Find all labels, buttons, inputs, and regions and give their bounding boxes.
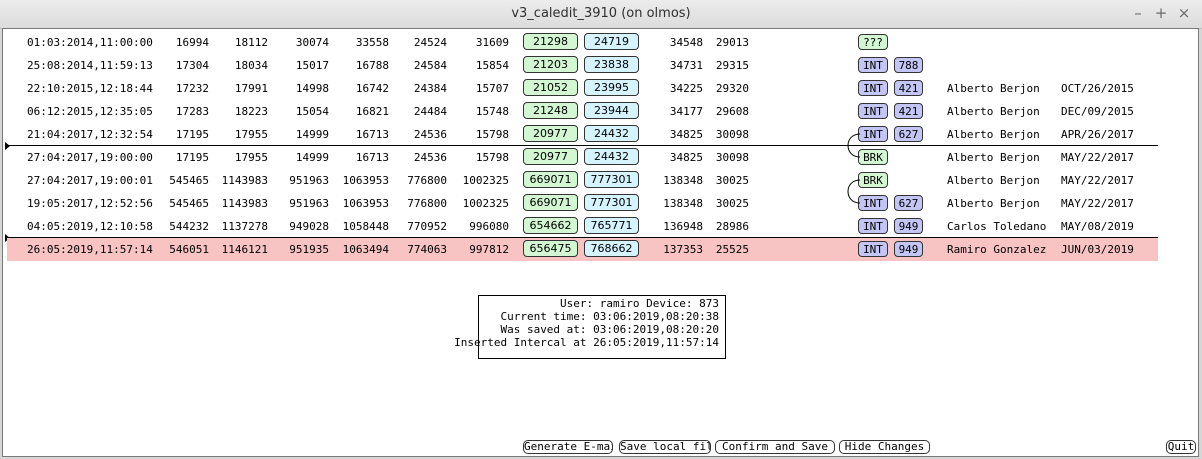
- maximize-button[interactable]: +: [1152, 4, 1170, 22]
- title-bar: v3_caledit_3910 (on olmos) – + ×: [0, 0, 1202, 29]
- info-current-time: Current time: 03:06:2019,08:20:38: [500, 310, 719, 323]
- link-curve: [847, 133, 861, 158]
- info-box: User: ramiro Device: 873 Current time: 0…: [454, 295, 726, 359]
- close-button[interactable]: ×: [1175, 4, 1193, 22]
- quit-button[interactable]: Quit: [1166, 440, 1196, 454]
- row-link-curves: [847, 133, 861, 204]
- window-title: v3_caledit_3910 (on olmos): [511, 6, 691, 21]
- save-local-file-button[interactable]: Save local file: [619, 440, 711, 454]
- info-inserted-intercal: Inserted Intercal at 26:05:2019,11:57:14: [454, 336, 719, 349]
- minimize-button[interactable]: –: [1129, 4, 1147, 22]
- generate-email-button[interactable]: Generate E-mail: [523, 440, 613, 454]
- confirm-and-save-button[interactable]: Confirm and Save: [715, 440, 835, 454]
- hide-changes-button[interactable]: Hide Changes: [839, 440, 930, 454]
- link-curve: [847, 179, 861, 204]
- info-user-device: User: ramiro Device: 873: [560, 297, 719, 310]
- calibration-editor-canvas[interactable]: 01:03:2014,11:00:00 16994 18112 30074 33558 2…: [2, 28, 1199, 457]
- info-saved-at: Was saved at: 03:06:2019,08:20:20: [500, 323, 719, 336]
